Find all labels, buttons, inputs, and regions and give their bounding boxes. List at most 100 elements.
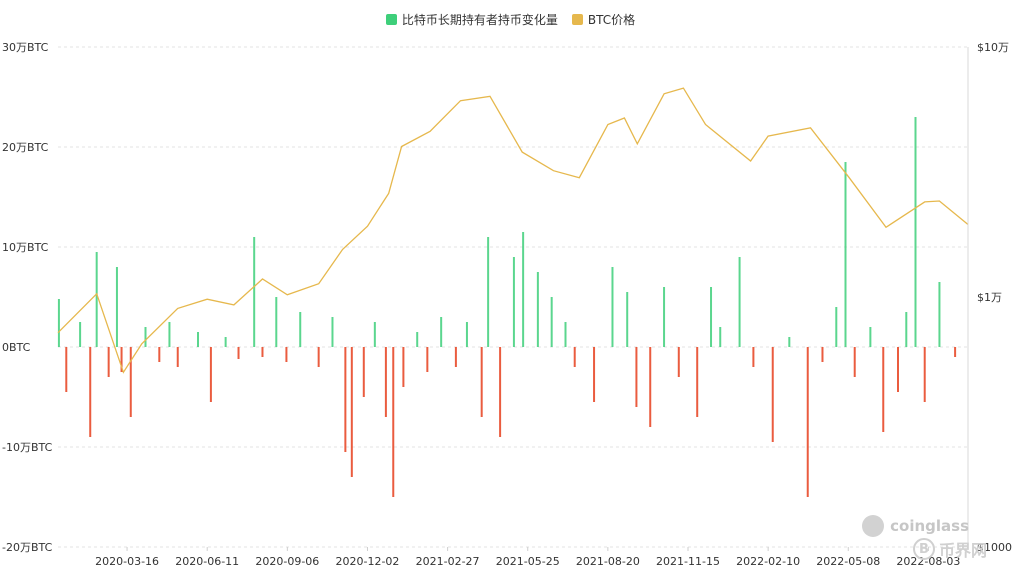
coinglass-watermark-text: coinglass xyxy=(890,517,969,535)
bar-positive xyxy=(914,117,917,347)
bar-negative xyxy=(129,347,132,417)
bar-positive xyxy=(710,287,713,347)
bijie-watermark-text: 币界网 xyxy=(938,541,987,560)
bar-positive xyxy=(331,317,334,347)
bar-positive xyxy=(663,287,666,347)
bar-positive xyxy=(788,337,791,347)
legend-swatch-gold xyxy=(571,14,583,25)
bar-positive xyxy=(168,322,171,347)
bar-negative xyxy=(209,347,212,402)
y-axis-right: $10万$1万$1000 xyxy=(967,41,1012,554)
bar-positive xyxy=(416,332,419,347)
bar-positive xyxy=(522,232,525,347)
y-left-tick-label: 0BTC xyxy=(2,341,31,354)
bar-positive xyxy=(275,297,278,347)
bar-negative xyxy=(454,347,457,367)
bar-positive xyxy=(835,307,838,347)
bar-negative xyxy=(593,347,596,402)
bar-positive xyxy=(224,337,227,347)
bar-negative xyxy=(158,347,161,362)
bar-negative xyxy=(853,347,856,377)
y-left-tick-label: 20万BTC xyxy=(2,141,49,154)
bar-negative xyxy=(176,347,179,367)
x-tick-label: 2021-05-25 xyxy=(496,555,560,568)
bar-negative xyxy=(923,347,926,402)
bar-negative xyxy=(426,347,429,372)
bar-positive xyxy=(938,282,941,347)
bar-positive xyxy=(487,237,490,347)
y-axis-left: 30万BTC 20万BTC 10万BTC 0BTC -10万BTC -20万BTC xyxy=(2,41,53,554)
x-tick-label: 2021-11-15 xyxy=(656,555,720,568)
coinglass-logo-icon xyxy=(862,515,885,537)
bar-negative xyxy=(882,347,885,432)
legend-label-btc-price: BTC价格 xyxy=(587,13,636,27)
bar-negative xyxy=(499,347,502,437)
bar-positive xyxy=(512,257,515,347)
bar-negative xyxy=(897,347,899,392)
x-tick-label: 2022-02-10 xyxy=(736,555,800,568)
bar-positive xyxy=(905,312,908,347)
legend-item-hodler-change[interactable]: 比特币长期持有者持币变化量 xyxy=(385,11,558,28)
x-tick-label: 2021-08-20 xyxy=(576,555,640,568)
x-axis: 2020-03-16 2020-06-11 2020-09-06 2020-12-02… xyxy=(95,547,960,568)
legend-label-hodler-change: 比特币长期持有者持币变化量 xyxy=(401,13,558,27)
chart: 2020-03-16 2020-06-11 2020-09-06 2020-12-02… xyxy=(2,41,1012,568)
bar-negative xyxy=(821,347,824,362)
bar-negative xyxy=(677,347,680,377)
bar-positive xyxy=(719,327,722,347)
bar-positive xyxy=(57,299,60,347)
change-bars xyxy=(57,117,957,497)
bar-positive xyxy=(550,297,553,347)
x-tick-label: 2020-12-02 xyxy=(336,555,400,568)
bar-positive xyxy=(564,322,567,347)
bijie-logo-icon: B xyxy=(912,538,935,560)
bar-negative xyxy=(317,347,320,367)
bar-positive xyxy=(299,312,302,347)
legend-item-btc-price[interactable]: BTC价格 xyxy=(571,11,636,28)
bar-positive xyxy=(465,322,468,347)
bar-positive xyxy=(611,267,614,347)
bar-negative xyxy=(573,347,576,367)
bar-positive xyxy=(738,257,741,347)
bar-negative xyxy=(954,347,957,357)
bar-negative xyxy=(771,347,774,442)
bar-positive xyxy=(95,252,98,347)
bar-negative xyxy=(696,347,699,417)
bar-negative xyxy=(752,347,755,367)
legend: 比特币长期持有者持币变化量 BTC价格 xyxy=(0,11,1021,28)
bar-negative xyxy=(649,347,652,427)
y-right-tick-label: $1万 xyxy=(977,291,1002,304)
bar-positive xyxy=(115,267,118,347)
bar-negative xyxy=(362,347,365,397)
bar-negative xyxy=(350,347,353,477)
bar-positive xyxy=(373,322,376,347)
bar-positive xyxy=(626,292,629,347)
bar-positive xyxy=(79,322,82,347)
bar-positive xyxy=(144,327,147,347)
y-left-tick-label: 10万BTC xyxy=(2,241,49,254)
y-right-tick-label: $10万 xyxy=(977,41,1009,54)
bar-negative xyxy=(107,347,110,377)
bar-negative xyxy=(402,347,405,387)
bar-negative xyxy=(635,347,638,407)
bar-negative xyxy=(65,347,68,392)
bar-positive xyxy=(197,332,199,347)
bar-positive xyxy=(253,237,256,347)
bar-positive xyxy=(844,162,847,347)
x-tick-label: 2020-03-16 xyxy=(95,555,159,568)
bar-negative xyxy=(384,347,387,417)
bar-negative xyxy=(392,347,395,497)
bar-negative xyxy=(344,347,347,452)
coinglass-watermark: coinglass xyxy=(862,515,969,537)
x-tick-label: 2022-05-08 xyxy=(816,555,880,568)
bar-positive xyxy=(869,327,872,347)
y-left-tick-label: -10万BTC xyxy=(2,441,53,454)
bar-negative xyxy=(237,347,240,359)
bar-positive xyxy=(536,272,539,347)
bar-negative xyxy=(285,347,288,362)
bar-negative xyxy=(806,347,809,497)
bar-negative xyxy=(480,347,483,417)
legend-swatch-green xyxy=(385,14,397,25)
bar-negative xyxy=(261,347,264,357)
y-left-tick-label: -20万BTC xyxy=(2,541,53,554)
